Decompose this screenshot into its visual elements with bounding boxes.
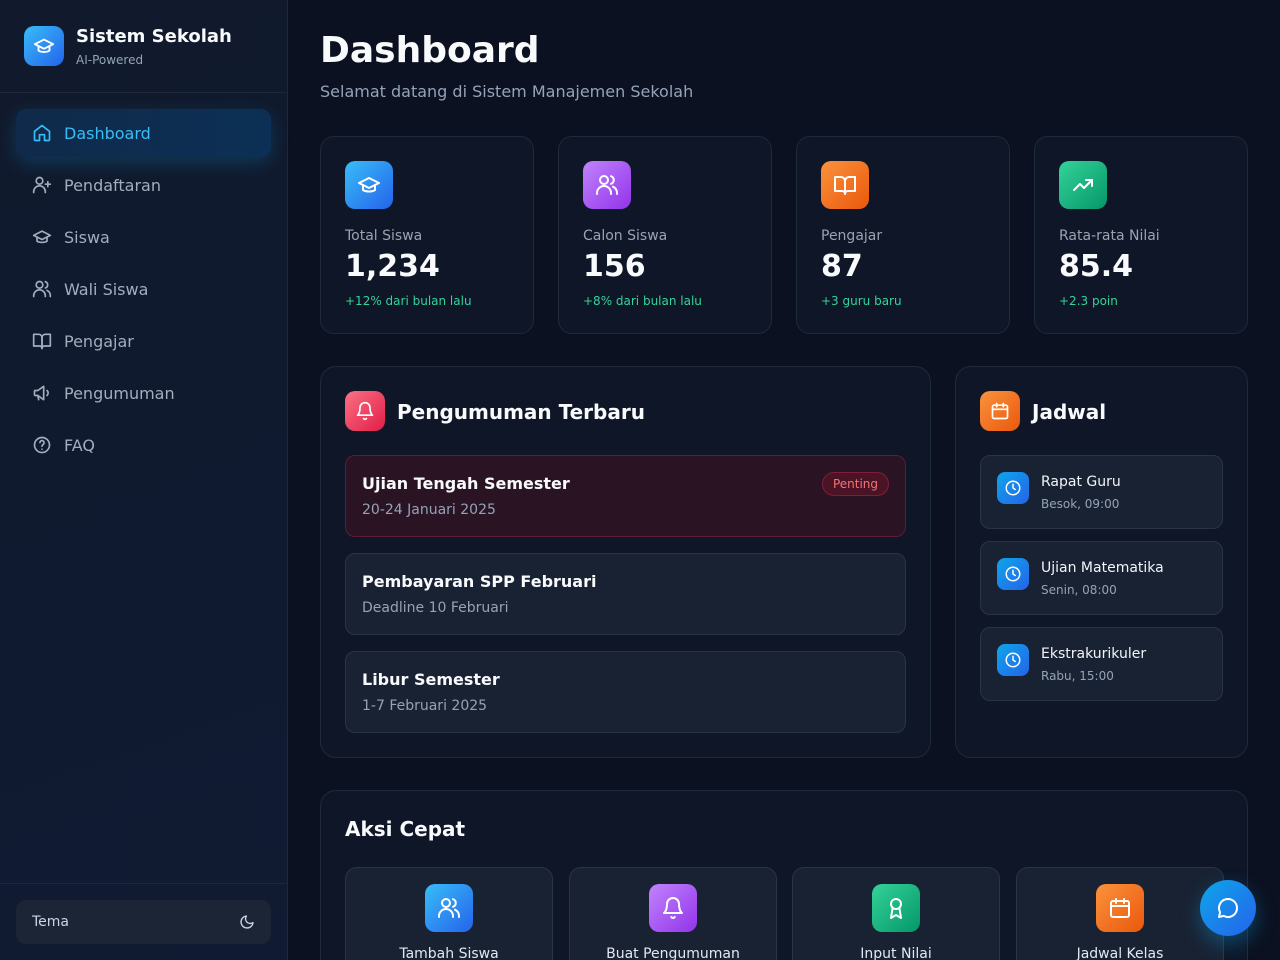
page-subtitle: Selamat datang di Sistem Manajemen Sekol… [320,82,694,101]
users-icon [583,161,631,209]
sidebar-item-label: Pengajar [64,331,134,351]
graduation-cap-icon [32,227,52,247]
schedule-item-title: Ekstrakurikuler [1041,646,1147,662]
sidebar: Sistem Sekolah AI-Powered Dashboard Pend… [0,0,288,960]
quick-action-label: Input Nilai [860,946,932,960]
schedule-item-time: Senin, 08:00 [1041,583,1117,597]
clock-icon [997,472,1029,504]
announcement-item[interactable]: Pembayaran SPP Februari Deadline 10 Febr… [345,553,906,635]
add-student-button[interactable]: Tambah Siswa [345,867,553,960]
stat-delta: +8% dari bulan lalu [583,294,702,308]
quick-action-label: Buat Pengumuman [606,946,740,960]
brand-title: Sistem Sekolah [76,26,232,47]
chat-button[interactable] [1200,880,1256,936]
clock-icon [997,644,1029,676]
announcement-date: 20-24 Januari 2025 [362,502,496,518]
sidebar-item-wali-siswa[interactable]: Wali Siswa [16,265,271,313]
quick-action-label: Jadwal Kelas [1076,946,1164,960]
sidebar-item-faq[interactable]: FAQ [16,421,271,469]
book-open-icon [32,331,52,351]
trending-up-icon [1059,161,1107,209]
calendar-icon [980,391,1020,431]
sidebar-footer: Tema [0,883,287,960]
stat-value: 87 [821,249,863,284]
message-circle-icon [1216,896,1240,920]
graduation-cap-icon [345,161,393,209]
sidebar-item-label: Dashboard [64,123,151,143]
brand: Sistem Sekolah AI-Powered [0,0,287,93]
sidebar-item-pengumuman[interactable]: Pengumuman [16,369,271,417]
bell-icon [345,391,385,431]
users-icon [32,279,52,299]
sidebar-item-pendaftaran[interactable]: Pendaftaran [16,161,271,209]
stat-card-pengajar: Pengajar 87 +3 guru baru [796,136,1010,334]
theme-toggle[interactable]: Tema [16,900,271,944]
class-schedule-button[interactable]: Jadwal Kelas [1016,867,1224,960]
sidebar-item-label: Pendaftaran [64,175,161,195]
announcements-title: Pengumuman Terbaru [397,400,645,424]
sidebar-item-siswa[interactable]: Siswa [16,213,271,261]
announcement-date: 1-7 Februari 2025 [362,698,488,714]
stat-label: Rata-rata Nilai [1059,228,1160,244]
sidebar-item-label: Siswa [64,227,110,247]
moon-icon [239,914,255,930]
stat-label: Pengajar [821,228,883,244]
award-icon [872,884,920,932]
megaphone-icon [32,383,52,403]
clock-icon [997,558,1029,590]
stat-label: Calon Siswa [583,228,668,244]
schedule-item[interactable]: Ekstrakurikuler Rabu, 15:00 [980,627,1223,701]
brand-subtitle: AI-Powered [76,53,144,67]
announcement-title: Ujian Tengah Semester [362,474,570,493]
sidebar-item-pengajar[interactable]: Pengajar [16,317,271,365]
stat-card-total-siswa: Total Siswa 1,234 +12% dari bulan lalu [320,136,534,334]
users-icon [425,884,473,932]
user-plus-icon [32,175,52,195]
stat-delta: +2.3 poin [1059,294,1118,308]
schedule-item-title: Ujian Matematika [1041,560,1164,576]
calendar-icon [1096,884,1144,932]
create-announcement-button[interactable]: Buat Pengumuman [569,867,777,960]
theme-label: Tema [32,914,70,930]
schedule-item-time: Besok, 09:00 [1041,497,1120,511]
schedule-panel: Jadwal Rapat Guru Besok, 09:00 Ujian Mat… [955,366,1248,758]
graduation-cap-icon [24,26,64,66]
quick-actions-panel: Aksi Cepat Tambah Siswa Buat Pengumuman … [320,790,1248,960]
schedule-item-time: Rabu, 15:00 [1041,669,1114,683]
schedule-item[interactable]: Rapat Guru Besok, 09:00 [980,455,1223,529]
bell-icon [649,884,697,932]
announcement-item[interactable]: Libur Semester 1-7 Februari 2025 [345,651,906,733]
sidebar-item-label: FAQ [64,435,95,455]
schedule-title: Jadwal [1032,400,1107,424]
quick-actions-title: Aksi Cepat [345,817,466,841]
stat-value: 1,234 [345,249,440,284]
book-open-icon [821,161,869,209]
stat-value: 85.4 [1059,249,1134,284]
sidebar-item-label: Wali Siswa [64,279,149,299]
stat-card-calon-siswa: Calon Siswa 156 +8% dari bulan lalu [558,136,772,334]
announcements-panel: Pengumuman Terbaru Ujian Tengah Semester… [320,366,931,758]
schedule-item-title: Rapat Guru [1041,474,1121,490]
stat-card-rata-rata-nilai: Rata-rata Nilai 85.4 +2.3 poin [1034,136,1248,334]
announcement-date: Deadline 10 Februari [362,600,509,616]
page-title: Dashboard [320,30,540,71]
stat-label: Total Siswa [345,228,423,244]
announcement-item[interactable]: Ujian Tengah Semester 20-24 Januari 2025… [345,455,906,537]
home-icon [32,123,52,143]
stat-delta: +12% dari bulan lalu [345,294,472,308]
stat-delta: +3 guru baru [821,294,902,308]
quick-action-label: Tambah Siswa [399,946,499,960]
schedule-item[interactable]: Ujian Matematika Senin, 08:00 [980,541,1223,615]
sidebar-item-label: Pengumuman [64,383,175,403]
status-badge: Penting [821,472,889,496]
help-circle-icon [32,435,52,455]
main-content: Dashboard Selamat datang di Sistem Manaj… [288,0,1280,960]
stat-value: 156 [583,249,646,284]
announcement-title: Libur Semester [362,670,500,689]
sidebar-item-dashboard[interactable]: Dashboard [16,109,271,157]
announcement-title: Pembayaran SPP Februari [362,572,597,591]
sidebar-nav: Dashboard Pendaftaran Siswa Wali Siswa P… [16,109,271,473]
input-grades-button[interactable]: Input Nilai [792,867,1000,960]
